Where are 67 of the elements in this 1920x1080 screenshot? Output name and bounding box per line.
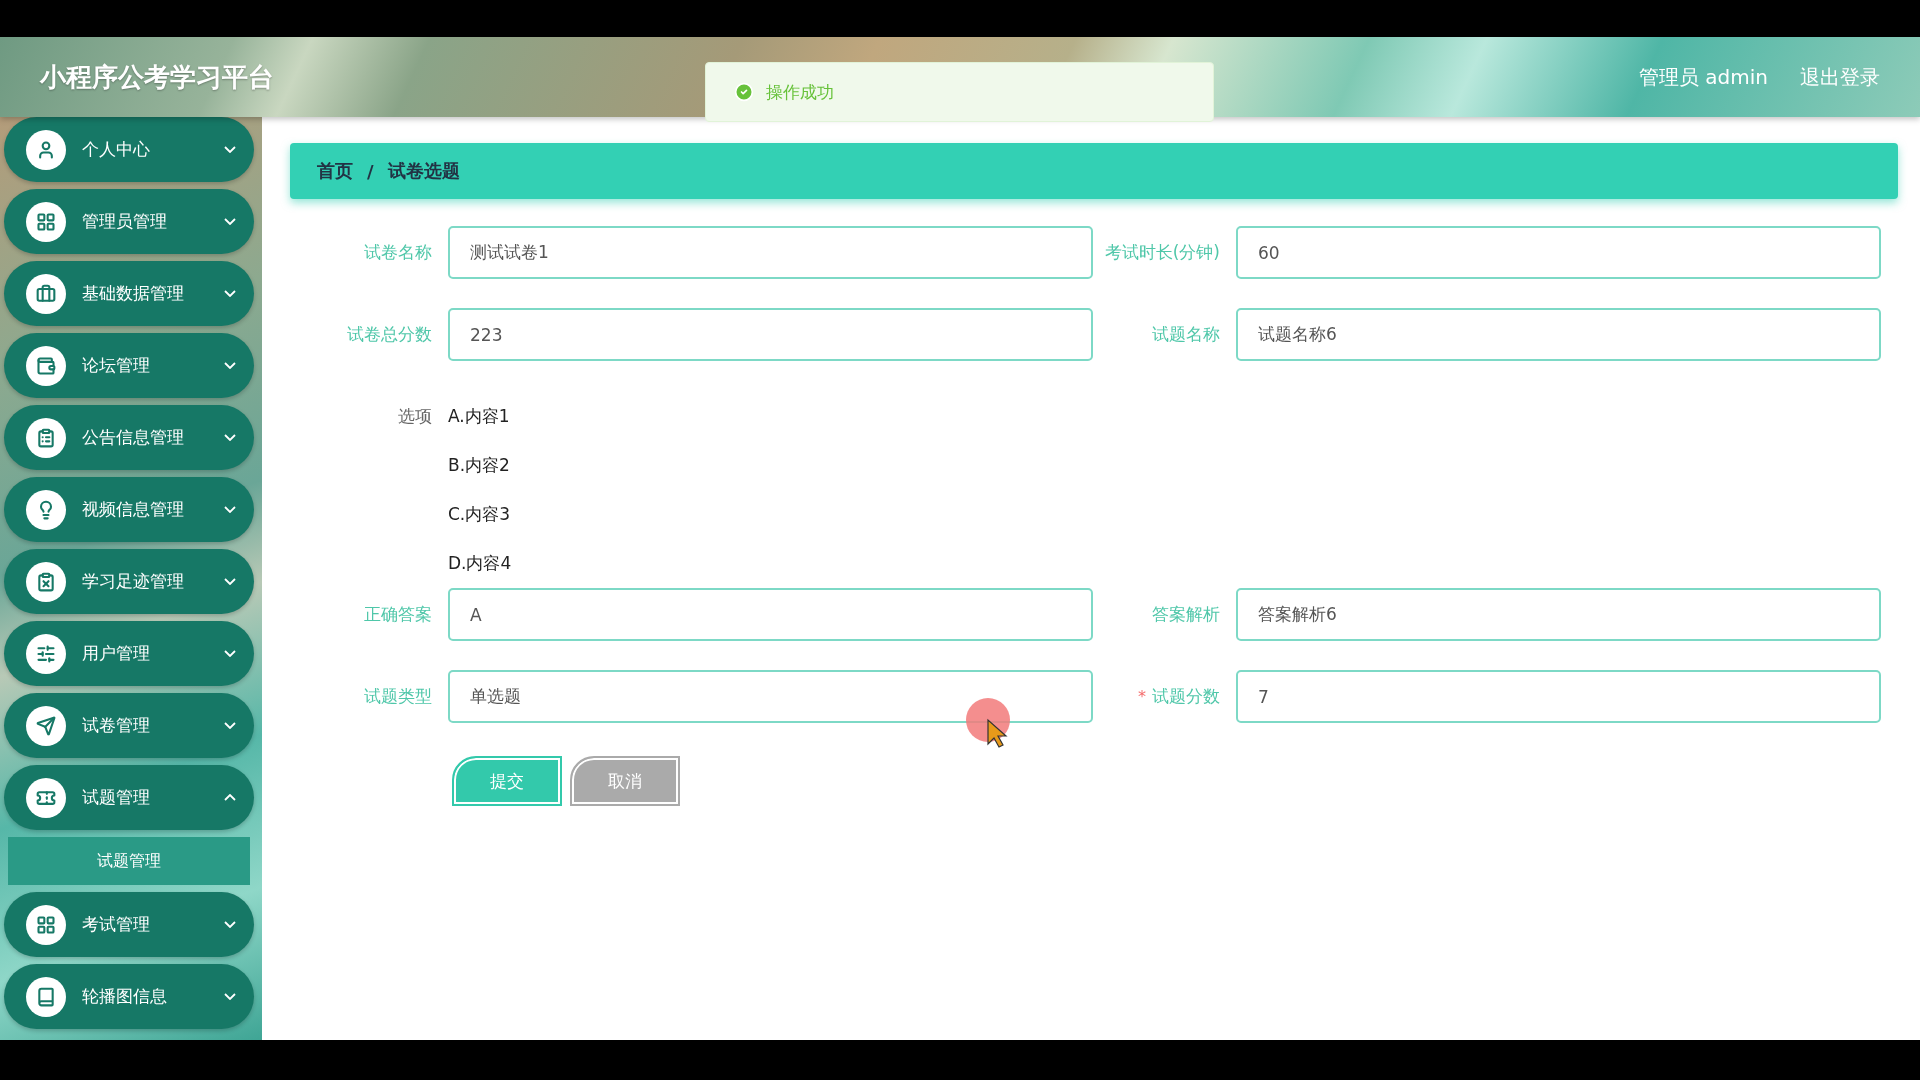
sidebar-item-label: 试卷管理 (82, 714, 151, 737)
sidebar-item[interactable]: 管理员管理 (4, 189, 254, 254)
breadcrumb-item: 试卷选题 (387, 159, 460, 183)
sidebar-item[interactable]: 基础数据管理 (4, 261, 254, 326)
input-field[interactable]: 60 (1236, 226, 1881, 279)
option-text: C.内容3 (448, 503, 512, 526)
clipboard-icon (26, 417, 66, 458)
paper-plane-icon (26, 705, 66, 746)
field-label: 答案解析 (1152, 603, 1220, 626)
sidebar-item-label: 轮播图信息 (82, 985, 168, 1008)
sidebar-item[interactable]: 公告信息管理 (4, 405, 254, 470)
breadcrumb-separator: / (367, 160, 374, 182)
wallet-icon (26, 345, 66, 386)
field-label: 考试时长(分钟) (1104, 241, 1220, 264)
sidebar-item-label: 试题管理 (82, 786, 151, 809)
book-icon (26, 976, 66, 1017)
sidebar-item-label: 视频信息管理 (82, 498, 185, 521)
input-field[interactable]: 试题名称6 (1236, 308, 1881, 361)
field-label: 正确答案 (364, 603, 432, 626)
required-mark: * (1138, 687, 1146, 706)
option-text: A.内容1 (448, 405, 511, 428)
field-label: 试卷总分数 (347, 323, 432, 346)
option-text: D.内容4 (448, 552, 513, 575)
lightbulb-icon (26, 489, 66, 530)
field-label: 试卷名称 (364, 241, 432, 264)
clipboard-icon (26, 561, 66, 602)
sidebar-item[interactable]: 学习足迹管理 (4, 549, 254, 614)
user-label: 管理员 admin (1638, 63, 1768, 91)
submenu-item[interactable]: 试题管理 (8, 837, 250, 885)
sidebar-item-label: 学习足迹管理 (82, 570, 185, 593)
breadcrumb-item[interactable]: 首页 (317, 159, 353, 183)
input-field[interactable]: A (448, 588, 1093, 641)
field-label: 试题类型 (364, 685, 432, 708)
sidebar-item[interactable]: 考试管理 (4, 892, 254, 957)
sidebar-item-label: 用户管理 (82, 642, 151, 665)
mouse-cursor-icon (966, 698, 1012, 748)
sidebar-item-label: 个人中心 (82, 138, 151, 161)
grid-icon (26, 201, 66, 242)
input-field[interactable]: 223 (448, 308, 1093, 361)
sidebar-item[interactable]: 论坛管理 (4, 333, 254, 398)
sidebar-item[interactable]: 试题管理 (4, 765, 254, 830)
field-label: 试题名称 (1152, 323, 1220, 346)
briefcase-icon (26, 273, 66, 314)
ticket-icon (26, 777, 66, 818)
input-field[interactable]: 测试试卷1 (448, 226, 1093, 279)
grid-icon (26, 904, 66, 945)
sidebar-item-label: 公告信息管理 (82, 426, 185, 449)
sidebar-item[interactable]: 视频信息管理 (4, 477, 254, 542)
sidebar-item-label: 考试管理 (82, 913, 151, 936)
field-label: 试题分数 (1152, 685, 1220, 708)
toast-message: 操作成功 (766, 80, 834, 104)
sliders-icon (26, 633, 66, 674)
option-text: B.内容2 (448, 454, 511, 477)
sidebar-item[interactable]: 试卷管理 (4, 693, 254, 758)
sidebar-item-label: 基础数据管理 (82, 282, 185, 305)
input-field[interactable]: 单选题 (448, 670, 1093, 723)
sidebar-item[interactable]: 轮播图信息 (4, 964, 254, 1029)
input-field[interactable]: 答案解析6 (1236, 588, 1881, 641)
user-icon (26, 129, 66, 170)
options-label: 选项 (397, 405, 432, 428)
check-icon (734, 82, 754, 102)
sidebar-item[interactable]: 用户管理 (4, 621, 254, 686)
sidebar-item[interactable]: 个人中心 (4, 117, 254, 182)
sidebar-item-label: 管理员管理 (82, 210, 168, 233)
input-field[interactable]: 7 (1236, 670, 1881, 723)
sidebar-item-label: 论坛管理 (82, 354, 151, 377)
app-title: 小程序公考学习平台 (40, 60, 274, 94)
